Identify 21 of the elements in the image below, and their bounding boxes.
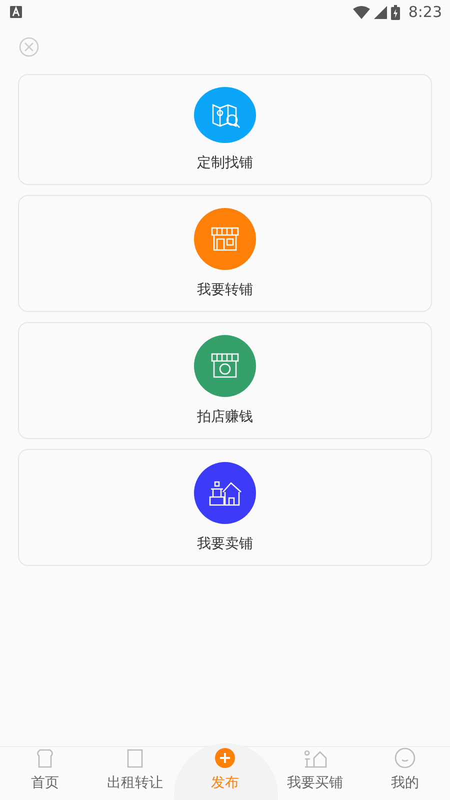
option-card[interactable]: 我要卖铺 [18,449,432,566]
option-label: 定制找铺 [197,154,253,173]
wifi-icon [353,6,370,18]
notification-icon [10,6,22,18]
tab-item[interactable]: 出租转让 [90,747,180,800]
smile-icon [394,747,416,769]
close-icon[interactable] [18,36,40,58]
tab-item[interactable]: 首页 [0,747,90,800]
tab-item[interactable]: 我的 [360,747,450,800]
option-card[interactable]: 拍店赚钱 [18,322,432,439]
home-icon [34,747,56,769]
option-card[interactable]: 我要转铺 [18,195,432,312]
option-label: 我要卖铺 [197,535,253,554]
battery-icon [391,4,400,20]
signal-icon [374,6,388,18]
option-label: 拍店赚钱 [197,408,253,427]
plus-icon [214,747,236,769]
clock-time: 8:23 [408,2,442,23]
option-label: 我要转铺 [197,281,253,300]
tab-item[interactable]: 我要买铺 [270,747,360,800]
option-card[interactable]: 定制找铺 [18,74,432,185]
